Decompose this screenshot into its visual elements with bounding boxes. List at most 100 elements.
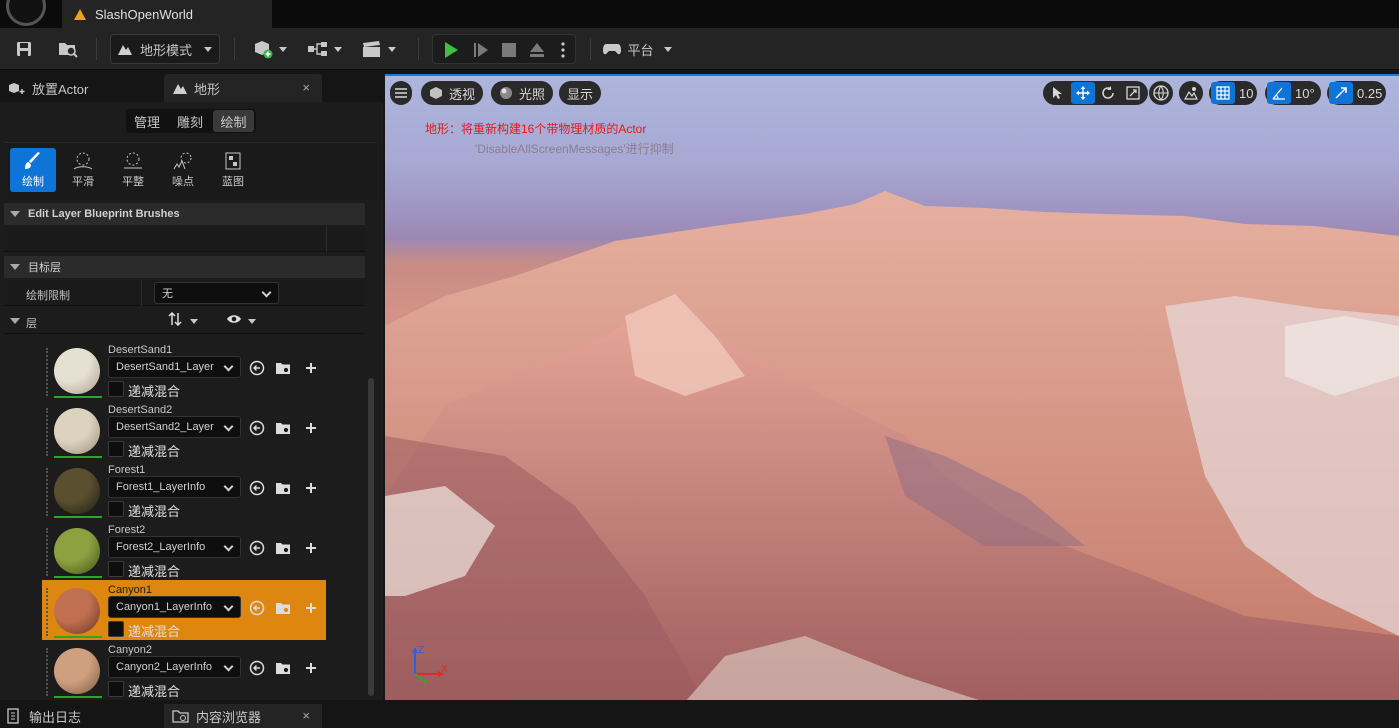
platforms-button[interactable]: 平台 [602, 34, 672, 64]
output-log-tab[interactable]: 输出日志 [6, 704, 156, 728]
visibility-button[interactable] [226, 313, 242, 328]
section-target-layers[interactable]: 目标层 [4, 256, 365, 278]
tool-noise[interactable]: 噪点 [160, 148, 206, 192]
stop-icon [502, 43, 516, 57]
tool-smooth[interactable]: 平滑 [60, 148, 106, 192]
drag-handle-icon[interactable] [46, 468, 48, 516]
tab-landscape[interactable]: 地形 × [164, 74, 322, 102]
use-selected-button[interactable] [248, 419, 266, 437]
add-layer-info-button[interactable] [302, 539, 320, 557]
unreal-logo-icon[interactable] [6, 0, 46, 26]
mode-selector[interactable]: 地形模式 [110, 34, 220, 64]
layer-info-dropdown[interactable]: Canyon2_LayerInfo [108, 656, 241, 678]
rotation-snap-control[interactable]: 10° [1265, 81, 1321, 105]
blend-checkbox[interactable] [108, 681, 124, 697]
drag-handle-icon[interactable] [46, 588, 48, 636]
scale-snap-control[interactable]: 0.25 [1327, 81, 1387, 105]
add-layer-info-button[interactable] [302, 419, 320, 437]
browse-asset-button[interactable] [274, 419, 292, 437]
stop-button[interactable] [497, 37, 521, 63]
play-button[interactable] [439, 37, 463, 63]
sort-button[interactable] [168, 311, 182, 329]
layer-row[interactable]: Canyon1 Canyon1_LayerInfo 递减混合 [42, 580, 326, 640]
layer-row[interactable]: Canyon2 Canyon2_LayerInfo 递减混合 [42, 640, 326, 700]
close-icon[interactable]: × [302, 80, 310, 95]
browse-asset-button[interactable] [274, 479, 292, 497]
blend-checkbox[interactable] [108, 621, 124, 637]
layer-info-dropdown[interactable]: Forest1_LayerInfo [108, 476, 241, 498]
layer-info-dropdown[interactable]: Forest2_LayerInfo [108, 536, 241, 558]
layer-row[interactable]: DesertSand2 DesertSand2_Layer 递减混合 [42, 400, 326, 460]
use-selected-button[interactable] [248, 539, 266, 557]
play-options-button[interactable] [553, 37, 573, 63]
tool-flatten[interactable]: 平整 [110, 148, 156, 192]
layer-info-dropdown[interactable]: DesertSand1_Layer [108, 356, 241, 378]
add-layer-info-button[interactable] [302, 479, 320, 497]
blend-checkbox[interactable] [108, 501, 124, 517]
browse-asset-button[interactable] [274, 359, 292, 377]
chevron-down-icon [223, 481, 234, 492]
layer-list-scrollbar[interactable] [368, 378, 374, 696]
level-tab[interactable]: SlashOpenWorld [62, 0, 272, 28]
drag-handle-icon[interactable] [46, 348, 48, 396]
tool-blueprint[interactable]: 蓝图 [210, 148, 256, 192]
tool-paint[interactable]: 绘制 [10, 148, 56, 192]
save-button[interactable] [10, 34, 38, 64]
segment-sculpt[interactable]: 雕刻 [170, 110, 210, 132]
viewport-menu-button[interactable] [390, 81, 412, 105]
section-blueprint-brushes[interactable]: Edit Layer Blueprint Brushes [4, 203, 365, 225]
show-button[interactable]: 显示 [559, 81, 602, 105]
tab-place-actors[interactable]: 放置Actor [4, 74, 162, 102]
paint-limit-dropdown[interactable]: 无 [154, 282, 279, 304]
chevron-down-icon[interactable] [190, 319, 198, 324]
advance-frame-button[interactable] [469, 37, 493, 63]
collapse-arrow-icon[interactable] [10, 318, 20, 324]
coordinate-space-button[interactable] [1149, 81, 1173, 105]
browse-asset-button[interactable] [274, 599, 292, 617]
grid-snap-toggle[interactable] [1211, 82, 1235, 104]
drag-handle-icon[interactable] [46, 528, 48, 576]
add-layer-info-button[interactable] [302, 359, 320, 377]
cinematics-button[interactable] [358, 34, 398, 64]
add-actor-button[interactable] [248, 34, 290, 64]
layer-name: Canyon2 [108, 644, 153, 656]
rotation-snap-toggle[interactable] [1267, 82, 1291, 104]
surface-snap-button[interactable] [1179, 81, 1203, 105]
toolbar-divider [234, 38, 235, 60]
browse-asset-button[interactable] [274, 659, 292, 677]
grid-snap-control[interactable]: 10 [1209, 81, 1258, 105]
segment-paint[interactable]: 绘制 [213, 110, 254, 132]
layer-info-dropdown[interactable]: DesertSand2_Layer [108, 416, 241, 438]
blend-checkbox[interactable] [108, 561, 124, 577]
use-selected-button[interactable] [248, 359, 266, 377]
layer-info-dropdown[interactable]: Canyon1_LayerInfo [108, 596, 241, 618]
layer-row[interactable]: Forest1 Forest1_LayerInfo 递减混合 [42, 460, 326, 520]
add-layer-info-button[interactable] [302, 659, 320, 677]
scale-snap-toggle[interactable] [1329, 82, 1353, 104]
translate-mode-button[interactable] [1071, 82, 1095, 104]
rotate-mode-button[interactable] [1096, 82, 1120, 104]
browse-button[interactable] [54, 34, 82, 64]
drag-handle-icon[interactable] [46, 408, 48, 456]
level-viewport[interactable]: 透视 光照 显示 10 10° 0.25 地形：将重新构建16个带物理材质的Ac… [385, 74, 1399, 700]
layer-row[interactable]: DesertSand1 DesertSand1_Layer 递减混合 [42, 340, 326, 400]
segment-manage[interactable]: 管理 [128, 110, 166, 132]
perspective-button[interactable]: 透视 [421, 81, 484, 105]
select-mode-button[interactable] [1046, 82, 1070, 104]
add-layer-info-button[interactable] [302, 599, 320, 617]
use-selected-button[interactable] [248, 599, 266, 617]
chevron-down-icon[interactable] [248, 319, 256, 324]
blend-checkbox[interactable] [108, 441, 124, 457]
blend-checkbox[interactable] [108, 381, 124, 397]
close-icon[interactable]: × [302, 708, 310, 723]
use-selected-button[interactable] [248, 479, 266, 497]
blueprints-button[interactable] [304, 34, 344, 64]
view-mode-button[interactable]: 光照 [491, 81, 554, 105]
layer-row[interactable]: Forest2 Forest2_LayerInfo 递减混合 [42, 520, 326, 580]
use-selected-button[interactable] [248, 659, 266, 677]
scale-mode-button[interactable] [1121, 82, 1145, 104]
browse-asset-button[interactable] [274, 539, 292, 557]
drag-handle-icon[interactable] [46, 648, 48, 696]
eject-button[interactable] [525, 37, 549, 63]
content-browser-tab[interactable]: 内容浏览器 × [164, 704, 322, 728]
